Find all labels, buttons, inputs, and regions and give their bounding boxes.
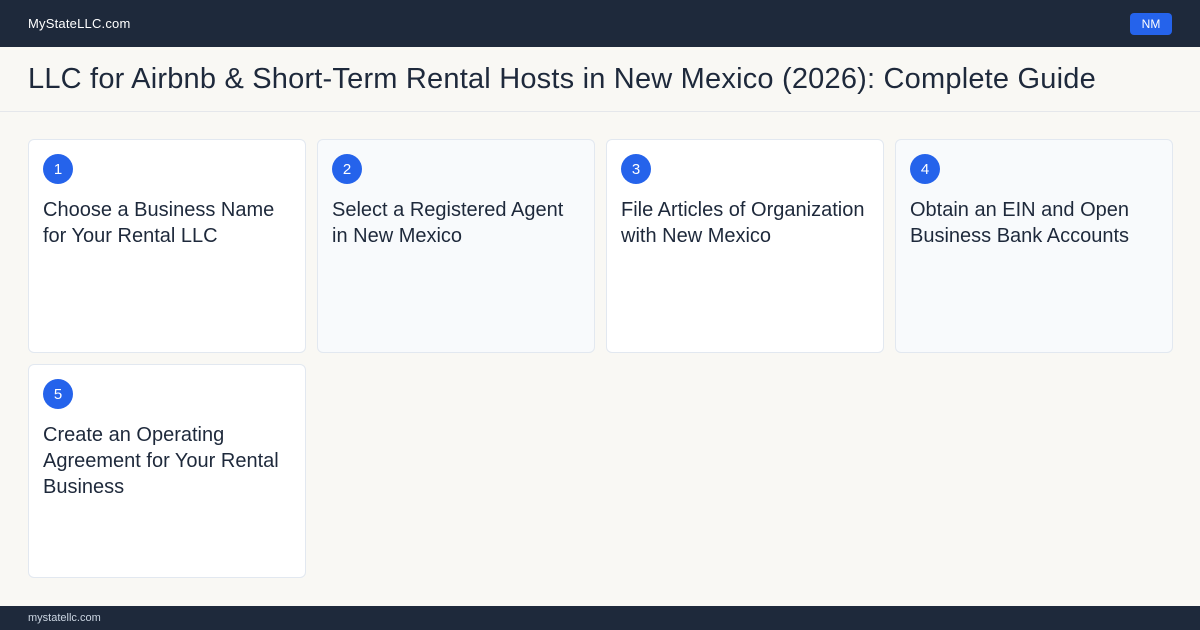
- step-title: File Articles of Organization with New M…: [621, 199, 865, 247]
- top-bar: MyStateLLC.com NM: [0, 0, 1200, 47]
- step-card-5[interactable]: 5 Create an Operating Agreement for Your…: [28, 364, 306, 578]
- step-number-badge: 3: [621, 154, 651, 184]
- footer-bar: mystatellc.com: [0, 606, 1200, 630]
- step-card-2[interactable]: 2 Select a Registered Agent in New Mexic…: [317, 139, 595, 353]
- state-badge[interactable]: NM: [1130, 12, 1172, 35]
- step-number-badge: 2: [332, 154, 362, 184]
- step-number-badge: 1: [43, 154, 73, 184]
- step-title: Create an Operating Agreement for Your R…: [43, 424, 279, 498]
- page-title: LLC for Airbnb & Short-Term Rental Hosts…: [28, 62, 1096, 95]
- step-card-4[interactable]: 4 Obtain an EIN and Open Business Bank A…: [895, 139, 1173, 353]
- step-card-1[interactable]: 1 Choose a Business Name for Your Rental…: [28, 139, 306, 353]
- title-section: LLC for Airbnb & Short-Term Rental Hosts…: [0, 47, 1200, 112]
- step-number-badge: 5: [43, 379, 73, 409]
- step-card-3[interactable]: 3 File Articles of Organization with New…: [606, 139, 884, 353]
- step-title: Obtain an EIN and Open Business Bank Acc…: [910, 199, 1130, 247]
- footer-url[interactable]: mystatellc.com: [28, 612, 101, 624]
- step-title: Choose a Business Name for Your Rental L…: [43, 199, 275, 247]
- steps-grid: 1 Choose a Business Name for Your Rental…: [28, 139, 1173, 578]
- step-number-badge: 4: [910, 154, 940, 184]
- step-title: Select a Registered Agent in New Mexico: [332, 199, 564, 247]
- site-name[interactable]: MyStateLLC.com: [28, 16, 131, 31]
